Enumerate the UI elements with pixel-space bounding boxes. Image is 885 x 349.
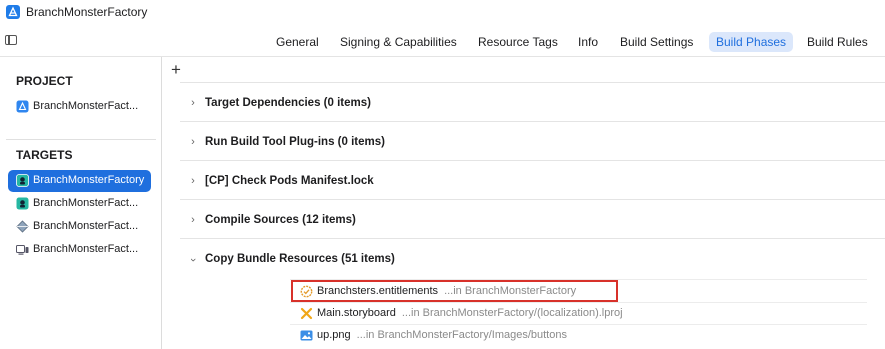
resource-row-image[interactable]: up.png ...in BranchMonsterFactory/Images/… [290,324,867,346]
tab-build-phases[interactable]: Build Phases [709,32,794,52]
image-file-icon [300,329,313,342]
chevron-right-icon[interactable]: › [188,175,198,187]
phase-divider [180,238,885,239]
phase-title: [CP] Check Pods Manifest.lock [205,175,374,187]
phase-divider [180,160,885,161]
chevron-right-icon[interactable]: › [188,214,198,226]
phase-compile-sources[interactable]: › Compile Sources (12 items) [180,208,885,234]
phase-title: Run Build Tool Plug-ins (0 items) [205,136,385,148]
resource-location: ...in BranchMonsterFactory/(localization… [401,307,623,319]
framework-icon [16,220,29,233]
chevron-down-icon[interactable]: › [187,255,199,265]
sidebar-item-label: BranchMonsterFactory [33,174,145,186]
phase-divider [180,121,885,122]
phase-divider [180,82,885,83]
build-phases-editor: + › Target Dependencies (0 items) › Run … [162,57,885,349]
monster-app-icon [16,197,29,210]
sidebar-toggle-icon[interactable] [5,35,17,45]
phase-run-build-tool-plugins[interactable]: › Run Build Tool Plug-ins (0 items) [180,130,885,156]
resource-name-line: Main.storyboard ...in BranchMonsterFactor… [317,307,623,319]
project-heading: PROJECT [16,74,73,88]
selection-highlight [291,280,618,302]
sidebar-item-target-main[interactable]: BranchMonsterFactory [8,170,151,192]
tab-general[interactable]: General [269,32,326,52]
sidebar-item-target-2[interactable]: BranchMonsterFact... [8,193,151,215]
chevron-right-icon[interactable]: › [188,136,198,148]
phase-check-pods-manifest[interactable]: › [CP] Check Pods Manifest.lock [180,169,885,195]
project-navigator: PROJECT BranchMonsterFact... TARGETS Bra… [0,57,162,349]
sidebar-item-label: BranchMonsterFact... [33,197,139,209]
phase-target-dependencies[interactable]: › Target Dependencies (0 items) [180,91,885,117]
resource-name-line: up.png ...in BranchMonsterFactory/Images/… [317,329,567,341]
resource-location: ...in BranchMonsterFactory/Images/button… [356,329,567,341]
resource-name: Main.storyboard [317,307,396,319]
sidebar-item-label: BranchMonsterFact... [33,100,139,112]
tab-resource-tags[interactable]: Resource Tags [471,32,565,52]
phase-title: Copy Bundle Resources (51 items) [205,253,395,265]
sidebar-item-target-3[interactable]: BranchMonsterFact... [8,216,151,238]
xcode-project-icon [6,5,20,19]
storyboard-icon [300,307,313,320]
phase-title: Compile Sources (12 items) [205,214,356,226]
sidebar-item-target-4[interactable]: BranchMonsterFact... [8,239,151,261]
title-bar: BranchMonsterFactory [0,0,885,26]
sidebar-divider [6,139,156,140]
monster-app-icon [16,174,29,187]
sidebar-item-label: BranchMonsterFact... [33,220,139,232]
add-build-phase-button[interactable]: + [171,61,181,79]
chevron-right-icon[interactable]: › [188,97,198,109]
tab-build-settings[interactable]: Build Settings [613,32,700,52]
targets-heading: TARGETS [16,148,73,162]
sidebar-item-project[interactable]: BranchMonsterFact... [8,96,151,118]
editor-tab-bar: General Signing & Capabilities Resource … [0,26,885,57]
app-blueprint-icon [16,100,29,113]
tab-build-rules[interactable]: Build Rules [800,32,875,52]
phase-title: Target Dependencies (0 items) [205,97,371,109]
window-title: BranchMonsterFactory [26,5,148,19]
tab-info[interactable]: Info [571,32,605,52]
sidebar-item-label: BranchMonsterFact... [33,243,139,255]
tab-signing-capabilities[interactable]: Signing & Capabilities [333,32,464,52]
phase-divider [180,199,885,200]
app-clip-icon [16,243,29,256]
phase-copy-bundle-resources[interactable]: › Copy Bundle Resources (51 items) [180,247,885,273]
resource-name: up.png [317,329,351,341]
resource-row-storyboard[interactable]: Main.storyboard ...in BranchMonsterFactor… [290,302,867,324]
